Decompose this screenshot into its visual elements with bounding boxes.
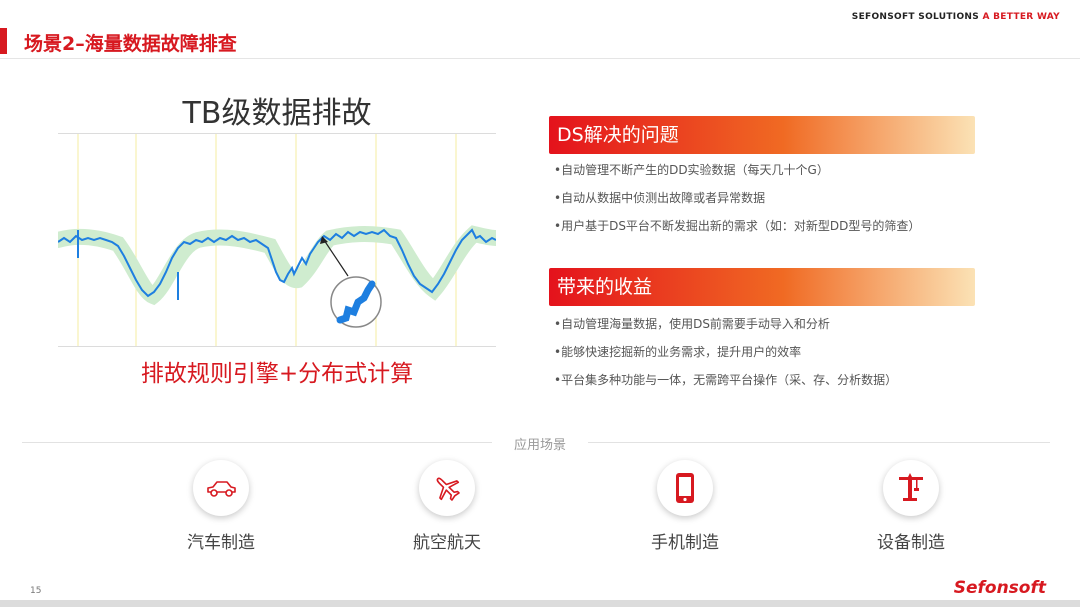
chart-caption: 排故规则引擎+分布式计算 <box>140 361 414 387</box>
list-item: •自动管理不断产生的DD实验数据（每天几十个G） <box>554 163 829 177</box>
signal-chart-svg <box>58 134 496 346</box>
scenario-label: 汽车制造 <box>187 533 255 553</box>
scenario-aerospace: 航空航天 <box>362 460 532 553</box>
page-number: 15 <box>30 586 42 596</box>
chart-title: TB级数据排故 <box>182 96 372 131</box>
scenario-label: 航空航天 <box>413 533 481 553</box>
scenario-label: 手机制造 <box>651 533 719 553</box>
brand-slogan: A BETTER WAY <box>982 12 1060 22</box>
brand-name: SEFONSOFT SOLUTIONS <box>851 12 980 22</box>
scenario-label: 设备制造 <box>877 533 945 553</box>
scenario-icon-circle <box>193 460 249 516</box>
scenario-equipment: 设备制造 <box>826 460 996 553</box>
airplane-icon <box>436 477 460 501</box>
scenario-mobile: 手机制造 <box>600 460 770 553</box>
title-divider <box>0 58 1080 59</box>
footer-bar <box>0 600 1080 607</box>
scenario-automotive: 汽车制造 <box>136 460 306 553</box>
benefits-list: •自动管理海量数据，使用DS前需要手动导入和分析 •能够快速挖掘新的业务需求，提… <box>554 310 897 394</box>
signal-chart <box>58 133 496 347</box>
title-accent-bar <box>0 28 7 54</box>
list-item: •自动管理海量数据，使用DS前需要手动导入和分析 <box>554 317 830 331</box>
crane-icon <box>899 473 923 501</box>
mobile-phone-icon <box>676 473 694 503</box>
scenario-icon-circle <box>657 460 713 516</box>
list-item: •平台集多种功能与一体，无需跨平台操作（采、存、分析数据） <box>554 373 898 387</box>
company-logo: Sefonsoft <box>953 578 1046 598</box>
problems-list: •自动管理不断产生的DD实验数据（每天几十个G） •自动从数据中侦测出故障或者异… <box>554 156 920 240</box>
list-item: •自动从数据中侦测出故障或者异常数据 <box>554 191 766 205</box>
zoom-pointer-line <box>323 239 349 277</box>
brand-tagline: SEFONSOFT SOLUTIONS A BETTER WAY <box>852 12 1060 22</box>
panel-header-problems: DS解决的问题 <box>549 116 975 154</box>
list-item: •能够快速挖掘新的业务需求，提升用户的效率 <box>554 345 802 359</box>
panel-header-benefits: 带来的收益 <box>549 268 975 306</box>
signal-tolerance-band <box>58 225 496 306</box>
page-title: 场景2–海量数据故障排查 <box>24 33 237 55</box>
scenarios-label: 应用场景 <box>492 434 588 453</box>
car-icon <box>207 481 236 497</box>
list-item: •用户基于DS平台不断发掘出新的需求（如：对新型DD型号的筛查） <box>554 219 921 233</box>
scenario-icon-circle <box>883 460 939 516</box>
scenario-icon-circle <box>419 460 475 516</box>
